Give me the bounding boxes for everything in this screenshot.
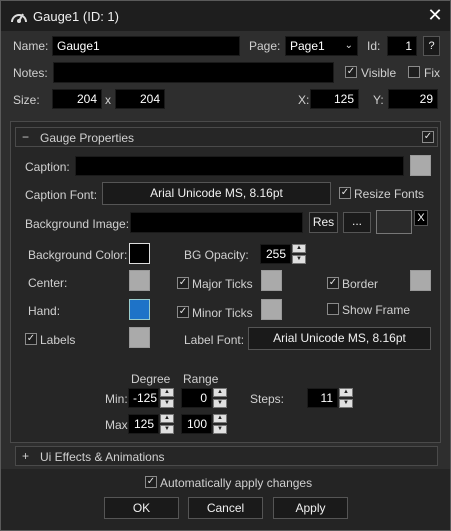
show-frame-label: Show Frame xyxy=(342,303,411,317)
bg-opacity-label: BG Opacity: xyxy=(184,248,249,262)
minor-ticks-color-swatch[interactable] xyxy=(261,299,282,320)
ok-button[interactable]: OK xyxy=(104,497,179,519)
resize-fonts-checkbox[interactable]: ✓ xyxy=(339,187,351,199)
range-max-input[interactable]: 100 xyxy=(181,414,212,434)
caption-font-button[interactable]: Arial Unicode MS, 8.16pt xyxy=(102,182,331,205)
major-ticks-color-swatch[interactable] xyxy=(261,270,282,291)
range-min-input[interactable]: 0 xyxy=(181,388,212,408)
degree-max-input[interactable]: 125 xyxy=(128,414,159,434)
gauge-properties-checkbox[interactable]: ✓ xyxy=(422,131,434,143)
notes-label: Notes: xyxy=(13,66,48,80)
degree-min-spinner[interactable]: ▲ ▼ xyxy=(160,388,174,408)
degree-max-spinner[interactable]: ▲ ▼ xyxy=(160,414,174,434)
center-color-swatch[interactable] xyxy=(129,270,150,291)
caption-label: Caption: xyxy=(25,160,70,174)
minor-ticks-checkbox[interactable]: ✓ xyxy=(177,306,189,318)
label-font-button[interactable]: Arial Unicode MS, 8.16pt xyxy=(248,327,431,350)
x-label: X: xyxy=(298,93,310,107)
caption-color-swatch[interactable] xyxy=(410,155,431,176)
border-color-swatch[interactable] xyxy=(410,270,431,291)
res-button[interactable]: Res xyxy=(309,212,338,233)
range-min-spinner[interactable]: ▲ ▼ xyxy=(213,388,227,408)
fix-checkbox[interactable] xyxy=(408,66,420,78)
ui-effects-title: Ui Effects & Animations xyxy=(40,450,165,464)
notes-input[interactable] xyxy=(53,62,334,83)
window-title: Gauge1 (ID: 1) xyxy=(33,9,119,24)
name-input[interactable]: Gauge1 xyxy=(52,36,240,56)
size-separator: x xyxy=(105,93,111,107)
collapse-icon: − xyxy=(22,130,30,144)
chevron-down-icon: ⌄ xyxy=(344,40,353,51)
fix-label: Fix xyxy=(424,66,440,80)
min-label: Min: xyxy=(105,392,128,406)
hand-color-swatch[interactable] xyxy=(129,299,150,320)
labels-label: Labels xyxy=(40,333,76,347)
range-header: Range xyxy=(183,372,219,386)
ui-effects-header[interactable]: + Ui Effects & Animations xyxy=(15,446,438,466)
name-label: Name: xyxy=(13,39,49,53)
auto-apply-checkbox[interactable]: ✓ xyxy=(145,476,157,488)
page-select-value: Page1 xyxy=(290,39,325,53)
width-input[interactable]: 204 xyxy=(52,89,102,109)
height-input[interactable]: 204 xyxy=(115,89,165,109)
dialog-window: Gauge1 (ID: 1) ✕ Name: Gauge1 Page: Page… xyxy=(0,0,451,531)
id-input[interactable]: 1 xyxy=(387,36,417,56)
labels-checkbox[interactable]: ✓ xyxy=(25,333,37,345)
browse-button[interactable]: ... xyxy=(343,212,371,233)
show-frame-checkbox[interactable] xyxy=(327,303,339,315)
clear-image-button[interactable]: X xyxy=(414,210,428,226)
size-label: Size: xyxy=(13,93,40,107)
background-color-swatch[interactable] xyxy=(129,243,150,264)
apply-button[interactable]: Apply xyxy=(273,497,348,519)
cancel-button[interactable]: Cancel xyxy=(188,497,263,519)
range-max-spinner[interactable]: ▲ ▼ xyxy=(213,414,227,434)
hand-label: Hand: xyxy=(28,304,61,318)
labels-color-swatch[interactable] xyxy=(129,327,150,348)
page-label: Page: xyxy=(249,39,281,53)
close-icon[interactable]: ✕ xyxy=(425,5,445,25)
title-bar[interactable]: Gauge1 (ID: 1) ✕ xyxy=(1,1,450,31)
page-select[interactable]: Page1 ⌄ xyxy=(285,36,358,56)
y-input[interactable]: 29 xyxy=(388,89,438,109)
degree-header: Degree xyxy=(131,372,171,386)
background-image-input[interactable] xyxy=(130,212,303,233)
x-input[interactable]: 125 xyxy=(310,89,359,109)
background-color-label: Background Color: xyxy=(28,248,128,262)
background-image-preview xyxy=(376,210,412,234)
degree-min-input[interactable]: -125 xyxy=(128,388,159,408)
y-label: Y: xyxy=(373,93,384,107)
resize-fonts-label: Resize Fonts xyxy=(354,187,425,201)
border-label: Border xyxy=(342,277,379,291)
visible-label: Visible xyxy=(361,66,397,80)
expand-icon: + xyxy=(22,449,30,463)
major-ticks-checkbox[interactable]: ✓ xyxy=(177,277,189,289)
steps-label: Steps: xyxy=(250,392,285,406)
minor-ticks-label: Minor Ticks xyxy=(192,306,253,320)
gauge-properties-title: Gauge Properties xyxy=(40,131,135,145)
steps-input[interactable]: 11 xyxy=(307,388,338,408)
gauge-properties-header[interactable]: − Gauge Properties ✓ xyxy=(15,127,438,147)
help-button[interactable]: ? xyxy=(423,36,440,56)
center-label: Center: xyxy=(28,276,68,290)
bg-opacity-input[interactable]: 255 xyxy=(260,244,291,264)
major-ticks-label: Major Ticks xyxy=(192,277,253,291)
bg-opacity-spinner[interactable]: ▲ ▼ xyxy=(292,244,306,264)
label-font-label: Label Font: xyxy=(184,333,245,347)
auto-apply-label: Automatically apply changes xyxy=(160,476,313,490)
id-label: Id: xyxy=(367,39,381,53)
caption-input[interactable] xyxy=(75,156,404,176)
gauge-icon xyxy=(11,13,27,23)
caption-font-label: Caption Font: xyxy=(25,188,98,202)
border-checkbox[interactable]: ✓ xyxy=(327,277,339,289)
visible-checkbox[interactable]: ✓ xyxy=(345,66,357,78)
steps-spinner[interactable]: ▲ ▼ xyxy=(339,388,353,408)
background-image-label: Background Image: xyxy=(25,217,130,231)
